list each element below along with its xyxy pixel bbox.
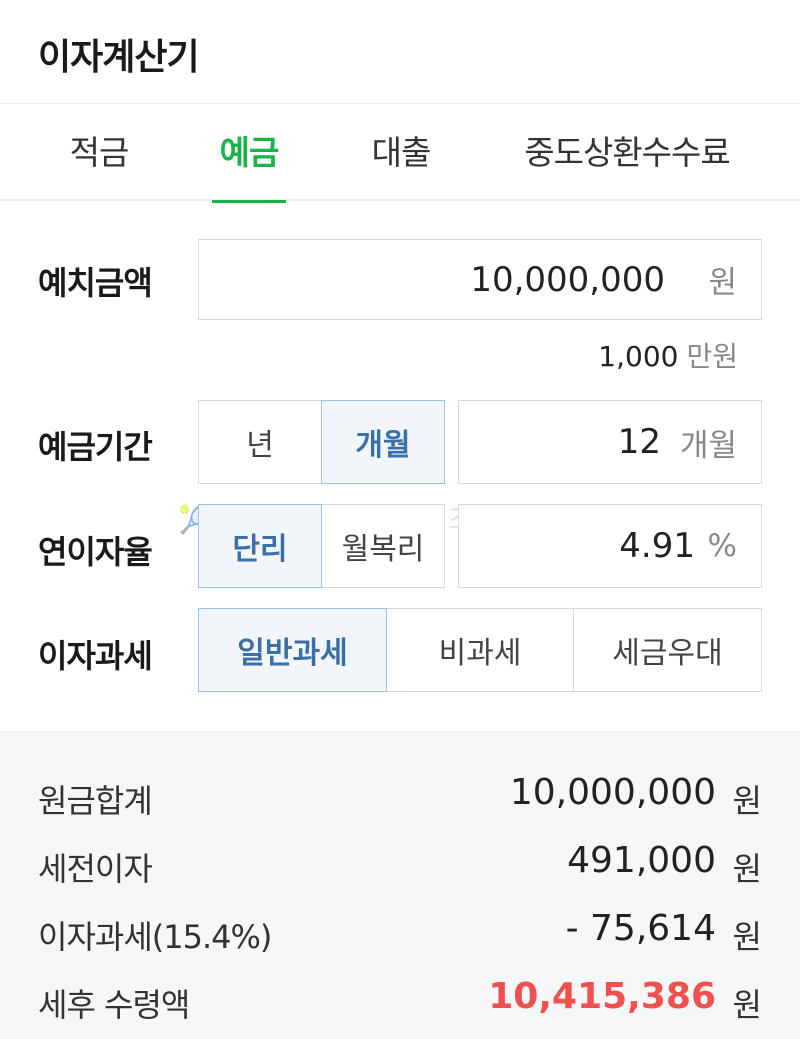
result-principal-label: 원금합계	[38, 782, 153, 820]
tax-label: 이자과세	[38, 637, 153, 675]
rate-unit: %	[707, 528, 737, 564]
result-pre-tax-interest-unit: 원	[732, 850, 762, 888]
tab-loan[interactable]: 대출	[360, 104, 442, 201]
period-value: 12	[617, 422, 661, 462]
result-interest-tax-value: - 75,614	[565, 908, 716, 949]
rate-option-monthly-compound[interactable]: 월복리	[321, 504, 445, 588]
period-unit: 개월	[679, 427, 737, 464]
page-title: 이자계산기	[38, 37, 200, 78]
result-interest-tax: 이자과세(15.4%) - 75,614 원	[0, 904, 800, 964]
tax-option-exempt[interactable]: 비과세	[386, 608, 574, 692]
result-principal: 원금합계 10,000,000 원	[0, 768, 800, 828]
deposit-amount-helper-value: 1,000	[598, 340, 679, 373]
tax-option-preferential[interactable]: 세금우대	[573, 608, 762, 692]
result-pre-tax-interest: 세전이자 491,000 원	[0, 836, 800, 896]
result-net-amount-value: 10,415,386	[488, 976, 716, 1017]
rate-input[interactable]: 4.91 %	[458, 504, 762, 588]
tax-option-general[interactable]: 일반과세	[198, 608, 387, 692]
deposit-amount-label: 예치금액	[38, 264, 153, 302]
calculator-tabs: 적금 예금 대출 중도상환수수료	[0, 104, 800, 203]
result-net-amount: 세후 수령액 10,415,386 원	[0, 972, 800, 1032]
period-option-month[interactable]: 개월	[321, 400, 445, 484]
tab-deposit[interactable]: 예금	[212, 104, 286, 203]
rate-option-simple[interactable]: 단리	[198, 504, 322, 588]
result-principal-value: 10,000,000	[509, 772, 716, 813]
period-label: 예금기간	[38, 428, 153, 466]
result-interest-tax-label: 이자과세(15.4%)	[38, 918, 272, 956]
result-pre-tax-interest-label: 세전이자	[38, 850, 153, 888]
period-input[interactable]: 12 개월	[458, 400, 762, 484]
app-header: 이자계산기	[0, 0, 800, 104]
deposit-amount-value: 10,000,000	[470, 259, 665, 300]
deposit-amount-helper: 1,000 만원	[598, 335, 738, 375]
rate-value: 4.91	[619, 526, 695, 566]
tab-installment-savings[interactable]: 적금	[58, 104, 140, 201]
result-net-amount-unit: 원	[732, 986, 762, 1024]
tab-prepayment-fee[interactable]: 중도상환수수료	[510, 104, 744, 201]
rate-label: 연이자율	[38, 533, 153, 571]
period-option-year[interactable]: 년	[198, 400, 322, 484]
deposit-amount-input[interactable]: 10,000,000 원	[198, 239, 762, 320]
result-pre-tax-interest-value: 491,000	[567, 840, 716, 881]
result-interest-tax-unit: 원	[732, 918, 762, 956]
deposit-amount-helper-unit: 만원	[686, 340, 738, 373]
result-net-amount-label: 세후 수령액	[38, 986, 190, 1024]
results-panel: 원금합계 10,000,000 원 세전이자 491,000 원 이자과세(15…	[0, 731, 800, 1039]
deposit-amount-unit: 원	[708, 265, 737, 301]
result-principal-unit: 원	[732, 782, 762, 820]
